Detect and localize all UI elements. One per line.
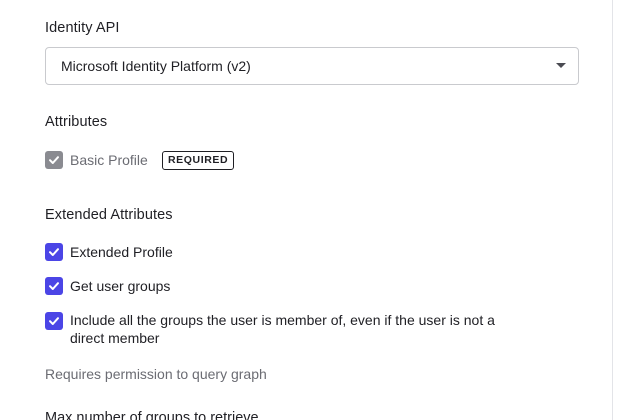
include-all-groups-checkbox[interactable] xyxy=(45,312,63,330)
basic-profile-checkbox xyxy=(45,151,63,169)
checkmark-icon xyxy=(49,156,59,164)
extended-attributes-heading: Extended Attributes xyxy=(45,207,173,223)
extended-profile-checkbox[interactable] xyxy=(45,243,63,261)
max-groups-label: Max number of groups to retrieve xyxy=(45,410,259,420)
identity-api-label: Identity API xyxy=(45,20,120,36)
identity-api-select[interactable]: Microsoft Identity Platform (v2) xyxy=(45,47,579,85)
panel-divider xyxy=(612,0,613,420)
graph-permission-helper-text: Requires permission to query graph xyxy=(45,366,267,382)
required-badge: REQUIRED xyxy=(162,151,235,170)
checkmark-icon xyxy=(49,282,59,290)
chevron-down-icon[interactable] xyxy=(556,63,566,68)
checkmark-icon xyxy=(49,317,59,325)
attributes-heading: Attributes xyxy=(45,114,108,130)
get-user-groups-label[interactable]: Get user groups xyxy=(70,277,170,295)
include-all-groups-label-line1[interactable]: Include all the groups the user is membe… xyxy=(70,311,495,329)
identity-api-selected-value: Microsoft Identity Platform (v2) xyxy=(61,58,251,74)
checkmark-icon xyxy=(49,248,59,256)
extended-profile-label[interactable]: Extended Profile xyxy=(70,243,173,261)
basic-profile-label: Basic Profile xyxy=(70,152,148,168)
connection-settings-panel: Identity API Microsoft Identity Platform… xyxy=(0,0,618,420)
include-all-groups-label-line2[interactable]: direct member xyxy=(70,329,159,347)
get-user-groups-checkbox[interactable] xyxy=(45,277,63,295)
